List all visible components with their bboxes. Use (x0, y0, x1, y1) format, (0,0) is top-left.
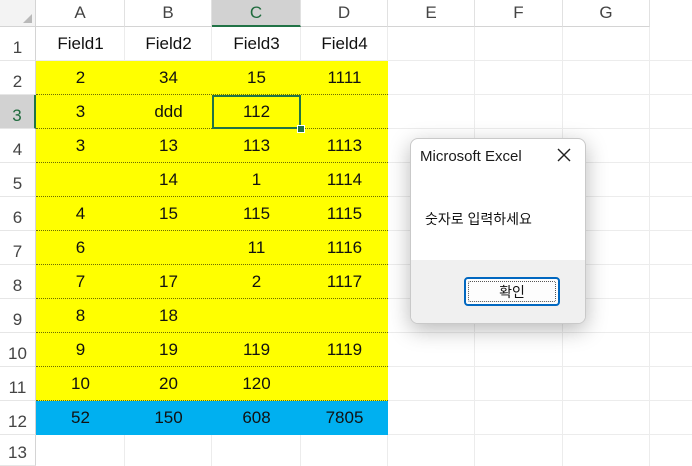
cell-a2[interactable]: 2 (36, 61, 125, 95)
cell-header-c1[interactable]: Field3 (212, 27, 301, 61)
cell-total-a12[interactable]: 52 (36, 401, 125, 435)
cell-total-d12[interactable]: 7805 (301, 401, 388, 435)
active-cell-outline (212, 95, 301, 129)
cell-c5[interactable]: 1 (212, 163, 301, 197)
spreadsheet-grid[interactable]: A B C D E F G 1 2 3 4 5 6 7 8 9 10 11 12 13 Field1 Field2 Fiel… (0, 0, 692, 466)
row-header-9[interactable]: 9 (0, 299, 36, 333)
row-header-3[interactable]: 3 (0, 95, 36, 129)
close-icon[interactable] (555, 146, 573, 164)
cell-header-a1[interactable]: Field1 (36, 27, 125, 61)
cell-a4[interactable]: 3 (36, 129, 125, 163)
column-header-g[interactable]: G (563, 0, 650, 27)
row-header-13[interactable]: 13 (0, 435, 36, 466)
cell-d5[interactable]: 1114 (301, 163, 388, 197)
cell-a9[interactable]: 8 (36, 299, 125, 333)
cell-d9[interactable] (301, 299, 388, 333)
row-header-1[interactable]: 1 (0, 27, 36, 61)
dialog-footer: 확인 (411, 260, 585, 323)
row-header-5[interactable]: 5 (0, 163, 36, 197)
cell-b10[interactable]: 19 (125, 333, 212, 367)
message-dialog: Microsoft Excel 숫자로 입력하세요 확인 (410, 138, 586, 324)
column-header-d[interactable]: D (301, 0, 388, 27)
column-header-f[interactable]: F (475, 0, 563, 27)
cell-b2[interactable]: 34 (125, 61, 212, 95)
cell-b11[interactable]: 20 (125, 367, 212, 401)
column-header-c[interactable]: C (212, 0, 301, 27)
cell-b7[interactable] (125, 231, 212, 265)
cell-d2[interactable]: 1111 (301, 61, 388, 95)
cell-b5[interactable]: 14 (125, 163, 212, 197)
cell-d7[interactable]: 1116 (301, 231, 388, 265)
cell-c6[interactable]: 115 (212, 197, 301, 231)
row-header-6[interactable]: 6 (0, 197, 36, 231)
cell-a7[interactable]: 6 (36, 231, 125, 265)
column-header-b[interactable]: B (125, 0, 212, 27)
cell-d4[interactable]: 1113 (301, 129, 388, 163)
cell-c11[interactable]: 120 (212, 367, 301, 401)
cell-c7[interactable]: 11 (212, 231, 301, 265)
row-header-12[interactable]: 12 (0, 401, 36, 435)
cell-d10[interactable]: 1119 (301, 333, 388, 367)
row-header-10[interactable]: 10 (0, 333, 36, 367)
cell-a11[interactable]: 10 (36, 367, 125, 401)
cell-a3[interactable]: 3 (36, 95, 125, 129)
cell-total-c12[interactable]: 608 (212, 401, 301, 435)
cell-a8[interactable]: 7 (36, 265, 125, 299)
cell-c2[interactable]: 15 (212, 61, 301, 95)
cell-a6[interactable]: 4 (36, 197, 125, 231)
cell-b3[interactable]: ddd (125, 95, 212, 129)
cell-total-b12[interactable]: 150 (125, 401, 212, 435)
cell-c4[interactable]: 113 (212, 129, 301, 163)
column-header-a[interactable]: A (36, 0, 125, 27)
cell-d8[interactable]: 1117 (301, 265, 388, 299)
cell-header-d1[interactable]: Field4 (301, 27, 388, 61)
row-header-7[interactable]: 7 (0, 231, 36, 265)
cell-a5[interactable] (36, 163, 125, 197)
ok-button[interactable]: 확인 (464, 277, 560, 306)
row-header-8[interactable]: 8 (0, 265, 36, 299)
cell-c8[interactable]: 2 (212, 265, 301, 299)
cell-d11[interactable] (301, 367, 388, 401)
cell-b8[interactable]: 17 (125, 265, 212, 299)
cell-header-b1[interactable]: Field2 (125, 27, 212, 61)
row-header-2[interactable]: 2 (0, 61, 36, 95)
dialog-title: Microsoft Excel (420, 148, 522, 165)
cell-c9[interactable] (212, 299, 301, 333)
cell-b9[interactable]: 18 (125, 299, 212, 333)
cell-d3[interactable] (301, 95, 388, 129)
cell-d6[interactable]: 1115 (301, 197, 388, 231)
cell-a10[interactable]: 9 (36, 333, 125, 367)
column-header-e[interactable]: E (388, 0, 475, 27)
row-header-4[interactable]: 4 (0, 129, 36, 163)
cell-b6[interactable]: 15 (125, 197, 212, 231)
dialog-message: 숫자로 입력하세요 (425, 211, 532, 227)
cell-c10[interactable]: 119 (212, 333, 301, 367)
select-all-corner[interactable] (0, 0, 36, 27)
fill-handle[interactable] (297, 125, 305, 133)
row-header-11[interactable]: 11 (0, 367, 36, 401)
cell-b4[interactable]: 13 (125, 129, 212, 163)
